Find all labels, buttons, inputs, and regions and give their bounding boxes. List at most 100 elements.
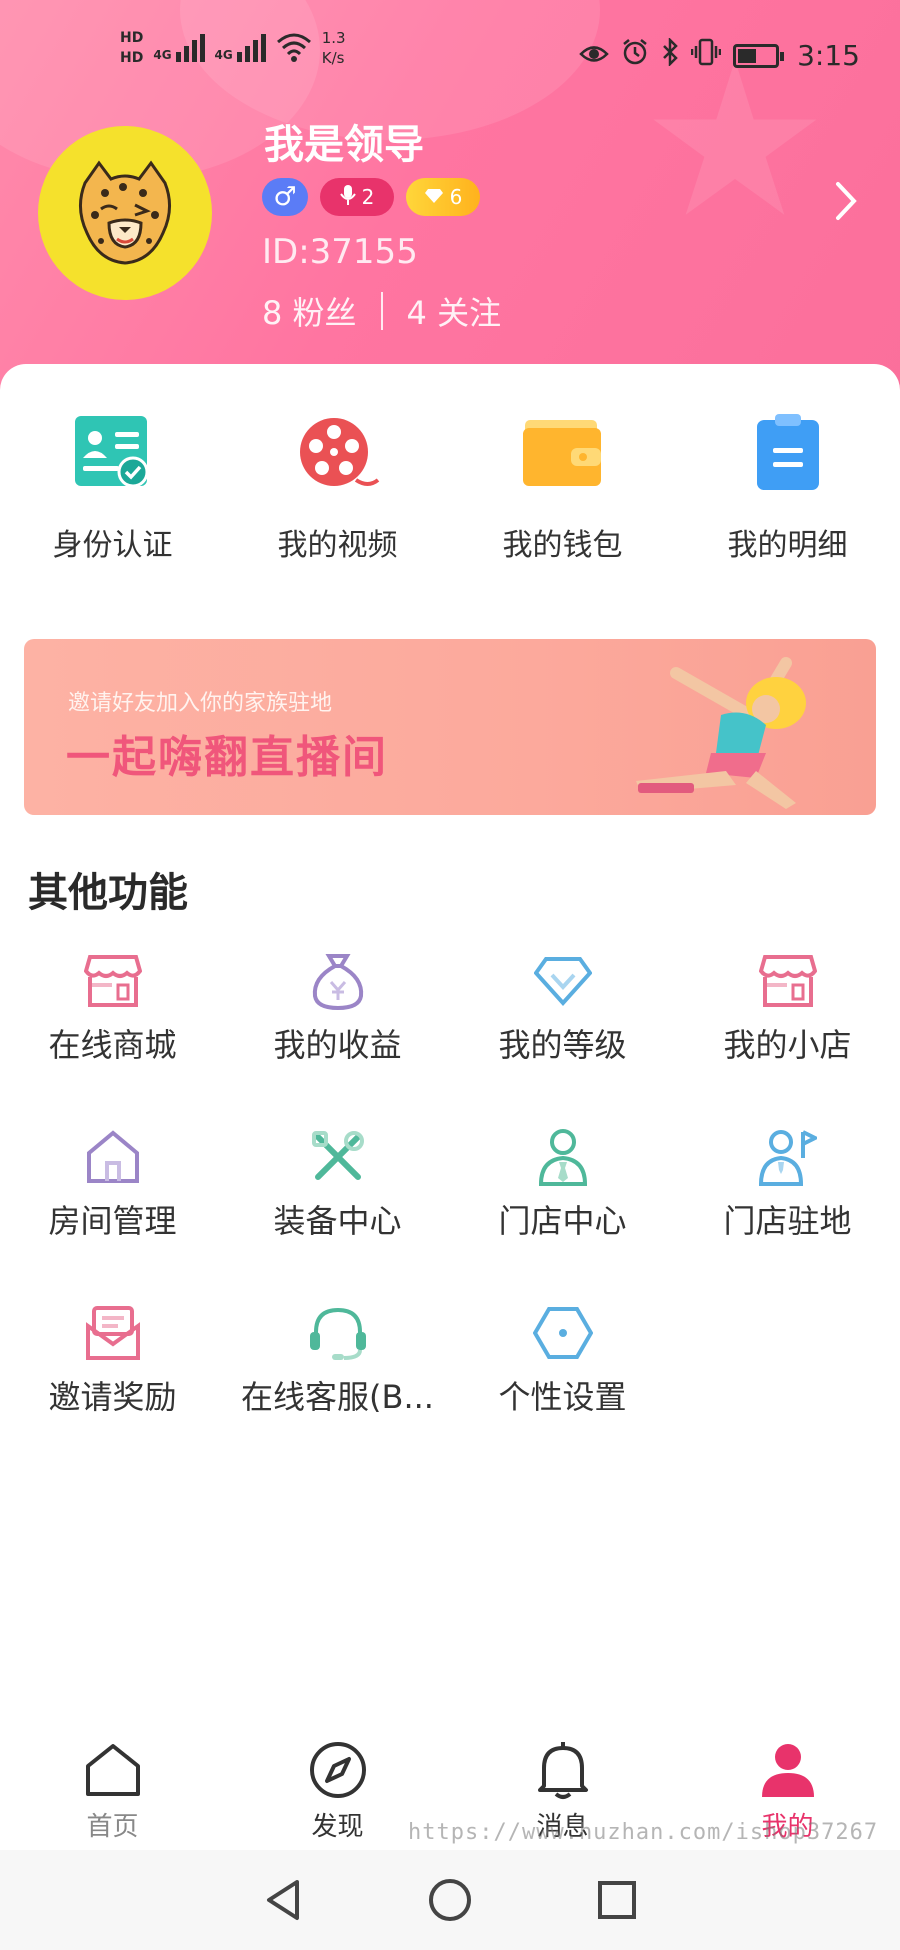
tab-label: 首页 [86,1812,139,1842]
shop-icon [757,950,819,1012]
film-reel-icon [296,410,380,494]
clock: 3:15 [797,39,860,72]
tab-home[interactable]: 首页 [0,1730,225,1850]
quick-label: 我的视频 [277,528,398,563]
feature-my-shop[interactable]: 我的小店 [675,950,900,1126]
battery-icon [733,43,785,68]
gender-badge: ♂ [262,178,308,216]
signal-icon [236,28,266,62]
person-tie-icon [532,1126,594,1188]
following-count[interactable]: 4 关注 [407,288,502,334]
banner-title: 一起嗨翻直播间 [66,732,388,783]
network-type: 4G [214,48,233,62]
system-nav-bar [0,1850,900,1950]
wallet-icon [521,410,605,494]
feature-label: 个性设置 [498,1378,627,1416]
feature-online-support[interactable]: 在线客服(B... [225,1302,450,1478]
hexagon-settings-icon [532,1302,594,1364]
main-card: 身份认证 我的视频 我的钱包 我的明细 邀请好友加入你的家族驻地 一起嗨翻直播间 [0,364,900,1844]
male-icon: ♂ [273,182,297,212]
gem-level-value: 6 [449,185,463,209]
invite-banner[interactable]: 邀请好友加入你的家族驻地 一起嗨翻直播间 [24,639,876,815]
back-button[interactable] [253,1870,313,1930]
feature-label: 邀请奖励 [48,1378,177,1416]
compass-icon [308,1740,368,1800]
hd2-indicator: HD [120,50,144,66]
recents-square-icon [597,1881,636,1919]
gem-level-badge: 6 [406,178,480,216]
features-grid: 在线商城 我的收益 我的等级 我的小店 房间管理 装备中心 门店中心 门店驻地 … [0,950,900,1478]
quick-label: 我的钱包 [502,528,623,563]
clipboard-icon [746,410,830,494]
fans-count[interactable]: 8 粉丝 [262,288,357,334]
profile-detail-button[interactable] [826,176,866,226]
headset-icon [307,1302,369,1364]
store-icon [82,950,144,1012]
user-id: ID:37155 [262,232,418,272]
tab-label: 发现 [311,1812,364,1842]
feature-my-level[interactable]: 我的等级 [450,950,675,1126]
person-flag-icon [757,1126,819,1188]
recents-button[interactable] [587,1870,647,1930]
watermark: https://www.huzhan.com/ishop37267 [408,1820,879,1845]
feature-online-mall[interactable]: 在线商城 [0,950,225,1126]
feature-label: 装备中心 [273,1202,402,1240]
feature-label: 在线客服(B... [241,1378,434,1416]
network-type: 4G [153,48,172,62]
user-icon [758,1740,818,1800]
profile-header: HD HD 4G 4G 1.3 K/s 3:15 我是领导 ♂ 2 6 ID:3… [0,0,900,420]
quick-identity-verification[interactable]: 身份认证 [0,410,225,564]
feature-label: 我的收益 [273,1026,402,1064]
money-bag-icon [307,950,369,1012]
signal-icon [175,28,205,62]
feature-label: 房间管理 [48,1202,177,1240]
feature-equipment-center[interactable]: 装备中心 [225,1126,450,1302]
quick-my-details[interactable]: 我的明细 [675,410,900,564]
microphone-icon [339,184,356,211]
feature-personal-settings[interactable]: 个性设置 [450,1302,675,1478]
dancing-girl-illustration [636,657,806,809]
feature-room-management[interactable]: 房间管理 [0,1126,225,1302]
follow-stats: 8 粉丝 4 关注 [262,288,501,334]
divider [380,292,383,330]
banner-subtitle: 邀请好友加入你的家族驻地 [68,691,333,716]
mic-level-badge: 2 [320,178,394,216]
quick-actions: 身份认证 我的视频 我的钱包 我的明细 [0,410,900,564]
diamond-icon [424,185,444,209]
home-button[interactable] [420,1870,480,1930]
feature-store-center[interactable]: 门店中心 [450,1126,675,1302]
feature-invite-rewards[interactable]: 邀请奖励 [0,1302,225,1478]
quick-label: 我的明细 [727,528,848,563]
badge-row: ♂ 2 6 [262,178,480,216]
envelope-icon [82,1302,144,1364]
quick-label: 身份认证 [52,528,173,563]
username: 我是领导 [264,122,424,168]
quick-my-wallet[interactable]: 我的钱包 [450,410,675,564]
vibrate-icon [690,38,722,73]
feature-store-station[interactable]: 门店驻地 [675,1126,900,1302]
house-icon [82,1126,144,1188]
home-icon [83,1740,143,1800]
avatar[interactable] [38,126,212,300]
eye-icon [579,39,609,72]
mic-level-value: 2 [361,185,375,209]
status-bar: HD HD 4G 4G 1.3 K/s 3:15 [0,0,900,110]
feature-label: 在线商城 [48,1026,177,1064]
tools-icon [307,1126,369,1188]
alarm-icon [621,38,649,73]
chevron-right-icon [836,182,857,220]
feature-my-earnings[interactable]: 我的收益 [225,950,450,1126]
back-triangle-icon [267,1880,300,1920]
feature-label: 门店中心 [498,1202,627,1240]
quick-my-videos[interactable]: 我的视频 [225,410,450,564]
home-circle-icon [428,1879,471,1921]
wifi-icon [276,28,312,62]
bell-icon [533,1740,593,1800]
bluetooth-icon [661,36,679,73]
section-title: 其他功能 [28,870,188,916]
feature-label: 门店驻地 [723,1202,852,1240]
diamond-icon [532,950,594,1012]
feature-label: 我的小店 [723,1026,852,1064]
id-card-icon [71,410,155,494]
leopard-icon [79,160,171,265]
